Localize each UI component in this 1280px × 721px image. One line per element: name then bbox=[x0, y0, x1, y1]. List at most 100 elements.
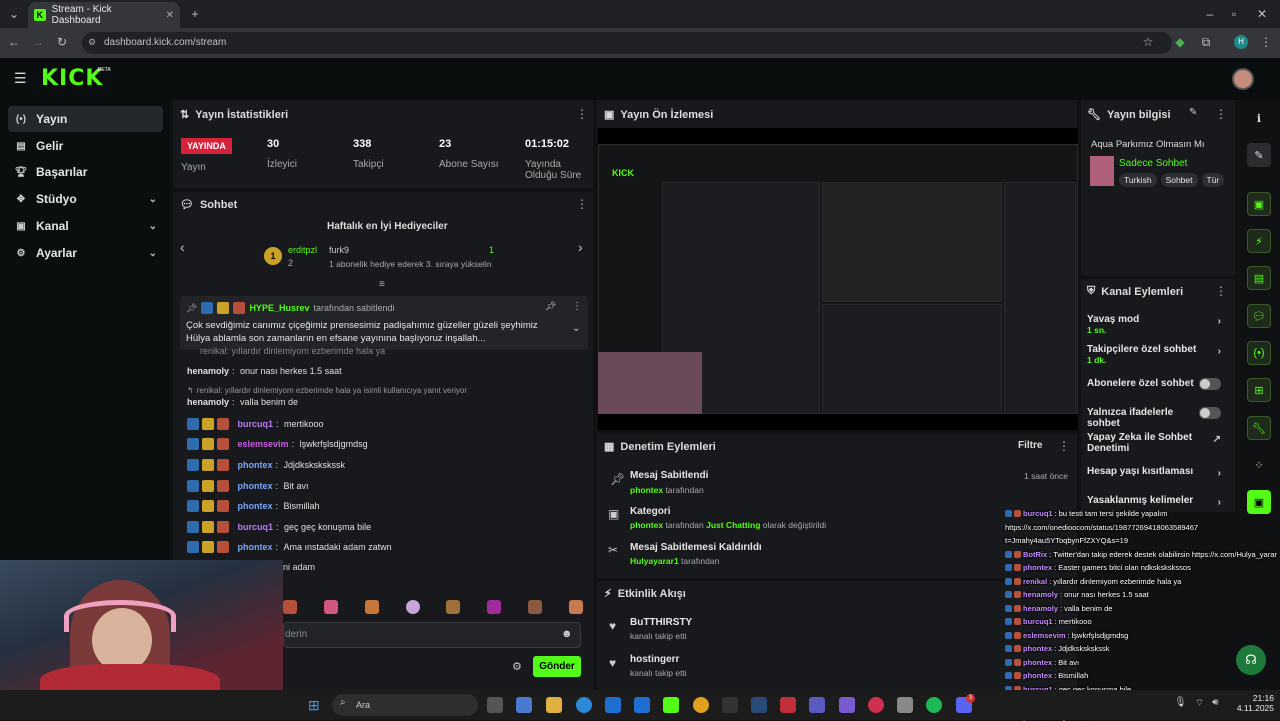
info-menu-icon[interactable]: ⋮ bbox=[1215, 107, 1227, 121]
wrench-icon[interactable]: 🔧︎ bbox=[1247, 416, 1271, 440]
chat-username[interactable]: phontex bbox=[238, 481, 273, 491]
toggle-switch[interactable] bbox=[1199, 407, 1221, 419]
chat-username[interactable]: phontex bbox=[238, 501, 273, 511]
sidebar-item-ayarlar[interactable]: ⚙ Ayarlar ⌄ bbox=[8, 240, 163, 266]
browser-tab[interactable]: K Stream - Kick Dashboard ✕ bbox=[28, 2, 180, 28]
browser-menu-icon[interactable]: ⋮ bbox=[1256, 28, 1276, 56]
activity-user[interactable]: BuTTHIRSTY bbox=[630, 617, 692, 628]
clipboard-icon[interactable]: ▤ bbox=[1247, 266, 1271, 290]
edge-icon[interactable] bbox=[576, 697, 592, 713]
next-arrow-icon[interactable]: › bbox=[578, 239, 583, 255]
app-icon[interactable] bbox=[839, 697, 855, 713]
new-tab-icon[interactable]: + bbox=[185, 0, 205, 28]
extensions-icon[interactable]: ⧉ bbox=[1196, 28, 1216, 56]
chat-username[interactable]: phontex bbox=[238, 460, 273, 470]
filter-button[interactable]: Filtre bbox=[1018, 440, 1042, 451]
chat-username[interactable]: burcuq1 bbox=[238, 522, 274, 532]
apps-icon[interactable]: ⁘ bbox=[1247, 453, 1271, 477]
pinned-menu-icon[interactable]: ⋮ bbox=[572, 301, 582, 312]
tag-chip[interactable]: Turkish bbox=[1119, 173, 1157, 187]
profile-avatar[interactable]: H bbox=[1234, 35, 1248, 49]
close-window-icon[interactable]: ✕ bbox=[1252, 0, 1272, 28]
epic-games-icon[interactable] bbox=[722, 697, 738, 713]
chat-username[interactable]: phontex bbox=[238, 542, 273, 552]
category-name[interactable]: Sadece Sohbet bbox=[1119, 158, 1187, 169]
app-icon[interactable] bbox=[809, 697, 825, 713]
emote-icon[interactable] bbox=[283, 600, 297, 614]
broadcast-icon[interactable]: (•) bbox=[1247, 341, 1271, 365]
app-icon[interactable] bbox=[868, 697, 884, 713]
emoji-icon[interactable]: ☻ bbox=[561, 628, 573, 640]
spotify-icon[interactable] bbox=[926, 697, 942, 713]
close-tab-icon[interactable]: ✕ bbox=[166, 10, 174, 21]
unpin-icon[interactable]: 📌︎ bbox=[545, 301, 556, 312]
url-field[interactable]: dashboard.kick.com/stream bbox=[82, 32, 1172, 54]
bookmark-star-icon[interactable]: ☆ bbox=[1138, 28, 1158, 56]
camera-icon[interactable]: ▣ bbox=[1247, 192, 1271, 216]
layout-icon[interactable]: ⊞ bbox=[1247, 378, 1271, 402]
kick-app-icon[interactable] bbox=[663, 697, 679, 713]
channel-action-4[interactable]: Yapay Zeka ile Sohbet Denetimi ↗ bbox=[1087, 432, 1229, 454]
edit-pencil-icon[interactable]: ✎ bbox=[1189, 107, 1197, 118]
app-icon[interactable] bbox=[897, 697, 913, 713]
channel-action-5[interactable]: Hesap yaşı kısıtlaması › bbox=[1087, 466, 1229, 479]
clock[interactable]: 21:16 4.11.2025 bbox=[1234, 693, 1274, 713]
heart-emote-icon[interactable] bbox=[405, 600, 420, 614]
steam-icon[interactable] bbox=[751, 697, 767, 713]
user-avatar[interactable] bbox=[1232, 68, 1254, 90]
bolt-icon[interactable]: ⚡︎ bbox=[1247, 229, 1271, 253]
channel-action-6[interactable]: Yasaklanmış kelimeler › bbox=[1087, 495, 1229, 508]
sidebar-item-gelir[interactable]: ▤ Gelir bbox=[8, 133, 163, 159]
site-info-icon[interactable]: ⚙ bbox=[88, 37, 96, 48]
channel-action-0[interactable]: Yavaş mod 1 sn. › bbox=[1087, 314, 1229, 335]
actions-menu-icon[interactable]: ⋮ bbox=[1215, 284, 1227, 298]
emote-icon[interactable] bbox=[446, 600, 461, 614]
forward-icon[interactable]: → bbox=[28, 28, 48, 56]
emote-icon[interactable] bbox=[568, 600, 583, 614]
app-tile-icon[interactable]: ▣ bbox=[1247, 490, 1271, 514]
send-button[interactable]: Gönder bbox=[533, 656, 581, 677]
back-icon[interactable]: ← bbox=[4, 28, 24, 56]
sidebar-item-basarilar[interactable]: 🏆︎ Başarılar bbox=[8, 159, 163, 185]
copilot-icon[interactable] bbox=[516, 697, 532, 713]
info-icon[interactable]: ℹ bbox=[1247, 106, 1271, 130]
gifter2-name[interactable]: furk9 bbox=[329, 245, 349, 255]
pencil-icon[interactable]: ✎ bbox=[1247, 143, 1271, 167]
chrome-icon[interactable] bbox=[693, 697, 709, 713]
mod-menu-icon[interactable]: ⋮ bbox=[1058, 439, 1070, 453]
channel-action-1[interactable]: Takipçilere özel sohbet 1 dk. › bbox=[1087, 344, 1229, 365]
chat-username[interactable]: burcuq1 bbox=[238, 419, 274, 429]
outlook-icon[interactable] bbox=[634, 697, 650, 713]
taskview-icon[interactable] bbox=[487, 697, 503, 713]
support-headset-icon[interactable]: ☊ bbox=[1236, 645, 1266, 675]
collapse-icon[interactable]: ≡ bbox=[379, 279, 385, 290]
sidebar-item-yayin[interactable]: (•) Yayın bbox=[8, 106, 163, 132]
system-tray[interactable]: 🎙︎ ⌔ 🔊︎ bbox=[1174, 697, 1218, 710]
chat-input[interactable] bbox=[283, 622, 581, 648]
hamburger-menu-icon[interactable]: ☰ bbox=[14, 70, 27, 87]
channel-action-2[interactable]: Abonelere özel sohbet bbox=[1087, 378, 1229, 390]
toggle-switch[interactable] bbox=[1199, 378, 1221, 390]
store-icon[interactable] bbox=[605, 697, 621, 713]
tag-chip[interactable]: Tür bbox=[1201, 173, 1225, 187]
activity-user[interactable]: hostingerr bbox=[630, 654, 679, 665]
expand-pinned-icon[interactable]: ⌄ bbox=[572, 323, 580, 334]
windows-start-icon[interactable]: ⊞ bbox=[308, 697, 320, 714]
channel-action-3[interactable]: Yalnızca ifadelerle sohbet bbox=[1087, 407, 1229, 429]
chat-menu-icon[interactable]: ⋮ bbox=[576, 197, 588, 211]
tag-chip[interactable]: Sohbet bbox=[1160, 173, 1198, 187]
chat-icon[interactable]: 💬︎ bbox=[1247, 304, 1271, 328]
reload-icon[interactable]: ↻ bbox=[52, 28, 72, 56]
emote-icon[interactable] bbox=[323, 600, 338, 614]
emote-icon[interactable] bbox=[487, 600, 502, 614]
sidebar-item-kanal[interactable]: ▣ Kanal ⌄ bbox=[8, 213, 163, 239]
maximize-icon[interactable]: ▫ bbox=[1224, 0, 1244, 28]
stream-preview[interactable]: KICK bbox=[598, 128, 1078, 430]
emote-icon[interactable] bbox=[528, 600, 543, 614]
emote-icon[interactable] bbox=[364, 600, 379, 614]
app-icon[interactable] bbox=[780, 697, 796, 713]
chat-settings-gear-icon[interactable]: ⚙ bbox=[512, 660, 522, 673]
minimize-icon[interactable]: – bbox=[1200, 0, 1220, 28]
stats-menu-icon[interactable]: ⋮ bbox=[576, 107, 588, 121]
taskbar-search[interactable]: Ara bbox=[332, 694, 478, 716]
